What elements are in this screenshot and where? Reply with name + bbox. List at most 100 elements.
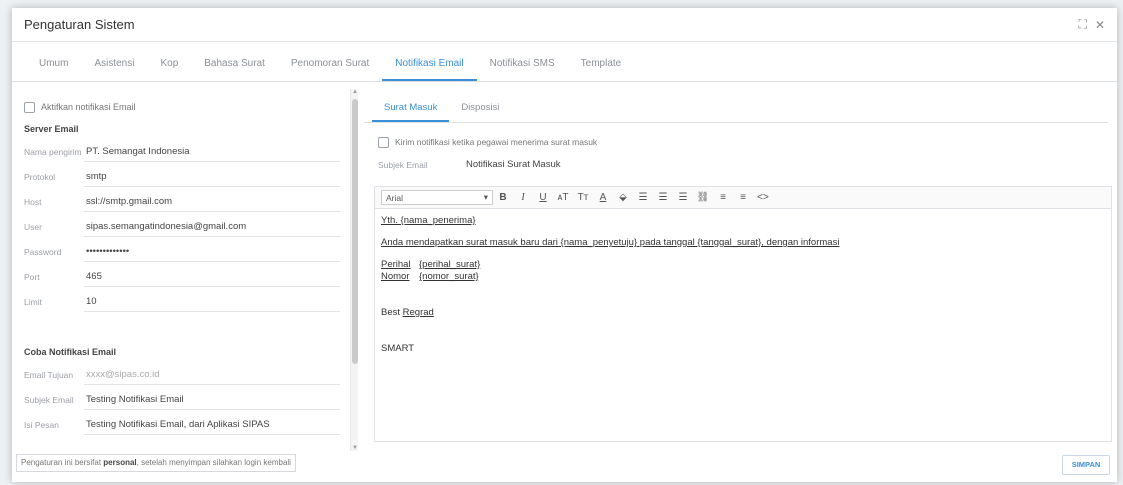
greeting-line: Yth. {nama_penerima} — [381, 215, 476, 226]
bold-icon[interactable]: B — [493, 192, 513, 203]
protocol-input[interactable]: smtp — [84, 167, 340, 187]
enable-email-checkbox[interactable] — [24, 101, 35, 113]
perihal-key: Perihal — [381, 259, 411, 270]
field-label: Port — [24, 271, 40, 282]
close-icon[interactable]: ✕ — [1095, 18, 1105, 32]
notify-row: Kirim notifikasi ketika pegawai menerima… — [364, 131, 1108, 153]
align-right-icon[interactable]: ☰ — [673, 192, 693, 203]
field-label: Isi Pesan — [24, 419, 59, 430]
font-size-down-icon[interactable]: Tт — [573, 192, 593, 203]
field-row: Nama pengirim PT. Semangat Indonesia — [20, 139, 350, 164]
note-prefix: Pengaturan ini bersifat — [21, 458, 102, 467]
note-bold: personal — [103, 458, 137, 467]
test-subject-input[interactable]: Testing Notifikasi Email — [84, 390, 340, 410]
expand-icon[interactable]: ⛶ — [1079, 17, 1087, 32]
highlight-icon[interactable]: ⬙ — [613, 192, 633, 203]
tab-notifikasi-email[interactable]: Notifikasi Email — [382, 58, 477, 81]
personal-settings-note: Pengaturan ini bersifat personal, setela… — [16, 454, 296, 472]
regards-line: Best Regrad — [381, 307, 1105, 319]
enable-email-label: Aktifkan notifikasi Email — [41, 102, 136, 112]
field-label: Email Tujuan — [24, 369, 74, 380]
password-input[interactable]: ••••••••••••• — [84, 242, 340, 262]
field-row: Subjek Email Testing Notifikasi Email — [20, 387, 350, 412]
subject-row: Subjek Email Notifikasi Surat Masuk — [364, 153, 1108, 177]
regards-word-1: Best — [381, 307, 401, 318]
align-left-icon[interactable]: ☰ — [633, 192, 653, 203]
host-input[interactable]: ssl://smtp.gmail.com — [84, 192, 340, 212]
notify-checkbox[interactable] — [378, 136, 389, 148]
bullet-list-icon[interactable]: ≡ — [733, 192, 753, 203]
user-input[interactable]: sipas.semangatindonesia@gmail.com — [84, 217, 340, 237]
field-row: User sipas.semangatindonesia@gmail.com — [20, 214, 350, 239]
server-section-title: Server Email — [24, 124, 79, 134]
settings-tabs: Umum Asistensi Kop Bahasa Surat Penomora… — [12, 42, 1117, 82]
tab-penomoran-surat[interactable]: Penomoran Surat — [278, 58, 382, 81]
left-panel-scrollbar[interactable]: ▲ ▼ — [350, 89, 358, 451]
source-code-icon[interactable]: <> — [753, 192, 773, 203]
nomor-line: Nomor {nomor_surat} — [381, 271, 1105, 283]
field-label: Subjek Email — [24, 394, 74, 405]
rich-text-editor: Arial ▾ B I U ᴀT Tт A ⬙ ☰ ☰ ☰ ⛓ ≡ ≡ <> Yt… — [374, 186, 1112, 442]
subtab-surat-masuk[interactable]: Surat Masuk — [372, 102, 450, 122]
scroll-down-icon[interactable]: ▼ — [351, 445, 359, 451]
enable-email-row: Aktifkan notifikasi Email — [20, 95, 350, 119]
field-row: Isi Pesan Testing Notifikasi Email, dari … — [20, 412, 350, 437]
scrollbar-thumb[interactable] — [352, 99, 358, 364]
subject-input[interactable]: Notifikasi Surat Masuk — [464, 155, 1094, 175]
underline-icon[interactable]: U — [533, 192, 553, 203]
field-label: Limit — [24, 296, 42, 307]
font-color-icon[interactable]: A — [593, 192, 613, 203]
limit-input[interactable]: 10 — [84, 292, 340, 312]
server-settings-panel: Aktifkan notifikasi Email Server Email N… — [20, 89, 350, 449]
field-label: Nama pengirim — [24, 146, 82, 157]
sender-name-input[interactable]: PT. Semangat Indonesia — [84, 142, 340, 162]
window-title: Pengaturan Sistem — [24, 17, 135, 32]
tab-bahasa-surat[interactable]: Bahasa Surat — [191, 58, 278, 81]
tab-asistensi[interactable]: Asistensi — [81, 58, 147, 81]
link-icon[interactable]: ⛓ — [693, 192, 713, 203]
template-subtabs: Surat Masuk Disposisi — [364, 89, 1108, 123]
font-select[interactable]: Arial ▾ — [381, 190, 493, 205]
ordered-list-icon[interactable]: ≡ — [713, 192, 733, 203]
editor-toolbar: Arial ▾ B I U ᴀT Tт A ⬙ ☰ ☰ ☰ ⛓ ≡ ≡ <> — [375, 187, 1111, 209]
scroll-up-icon[interactable]: ▲ — [351, 89, 359, 95]
field-row: Host ssl://smtp.gmail.com — [20, 189, 350, 214]
field-label: Protokol — [24, 171, 56, 182]
field-label: Host — [24, 196, 42, 207]
field-row: Password ••••••••••••• — [20, 239, 350, 264]
subject-label: Subjek Email — [378, 160, 428, 170]
window-titlebar: Pengaturan Sistem ⛶ ✕ — [12, 8, 1117, 42]
intro-line: Anda mendapatkan surat masuk baru dari {… — [381, 237, 840, 248]
font-size-up-icon[interactable]: ᴀT — [553, 192, 573, 203]
field-row: Protokol smtp — [20, 164, 350, 189]
tab-notifikasi-sms[interactable]: Notifikasi SMS — [477, 58, 568, 81]
subtab-disposisi[interactable]: Disposisi — [449, 102, 511, 122]
test-message-input[interactable]: Testing Notifikasi Email, dari Aplikasi … — [84, 415, 340, 435]
font-select-value: Arial — [386, 192, 404, 203]
italic-icon[interactable]: I — [513, 192, 533, 203]
save-button[interactable]: SIMPAN — [1062, 455, 1110, 475]
perihal-value: {perihal_surat} — [419, 259, 481, 270]
note-suffix: , setelah menyimpan silahkan login kemba… — [136, 458, 291, 467]
tab-kop[interactable]: Kop — [147, 58, 191, 81]
field-label: User — [24, 221, 42, 232]
caret-down-icon: ▾ — [483, 192, 488, 202]
editor-content[interactable]: Yth. {nama_penerima} Anda mendapatkan su… — [375, 209, 1111, 371]
nomor-key: Nomor — [381, 271, 410, 282]
target-email-input[interactable]: xxxx@sipas.co.id — [84, 365, 340, 385]
template-panel: Surat Masuk Disposisi Kirim notifikasi k… — [364, 89, 1112, 451]
notify-label: Kirim notifikasi ketika pegawai menerima… — [395, 137, 598, 147]
settings-window: Pengaturan Sistem ⛶ ✕ Umum Asistensi Kop… — [12, 8, 1117, 482]
field-label: Password — [24, 246, 62, 257]
field-row: Email Tujuan xxxx@sipas.co.id — [20, 362, 350, 387]
tab-umum[interactable]: Umum — [26, 58, 81, 81]
test-section-title: Coba Notifikasi Email — [24, 347, 117, 357]
perihal-line: Perihal {perihal_surat} — [381, 259, 1105, 271]
align-center-icon[interactable]: ☰ — [653, 192, 673, 203]
tab-template[interactable]: Template — [568, 58, 635, 81]
port-input[interactable]: 465 — [84, 267, 340, 287]
nomor-value: {nomor_surat} — [419, 271, 479, 282]
